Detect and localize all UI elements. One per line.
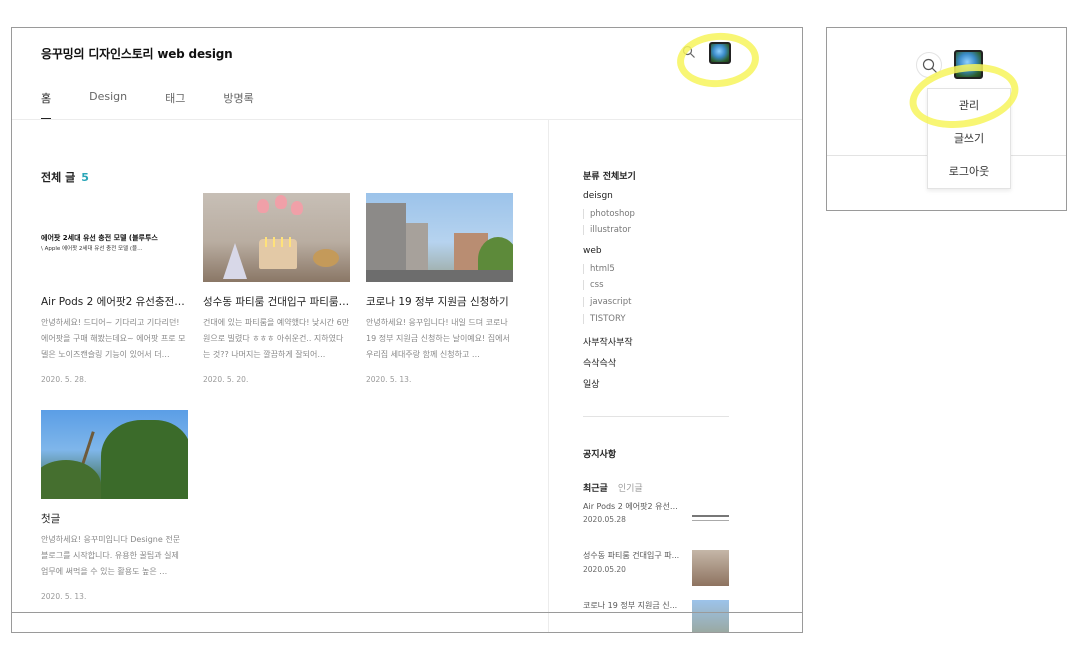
post-thumbnail[interactable]: 에어팟 2세대 유선 충전 모델 (블루투스 \ Apple 에어팟 2세대 유… — [41, 193, 188, 282]
category-item-seuksak[interactable]: 슥삭슥삭 — [583, 356, 616, 369]
post-summary: 안녕하세요! 드디어~ 기다리고 기다리던! 에어팟을 구매 해봤는데요~ 에어… — [41, 318, 186, 359]
sidebar-separator — [583, 416, 729, 417]
category-item-html5[interactable]: html5 — [583, 264, 615, 274]
post-summary: 안녕하세요! 응꾸미입니다 Designe 전문 블로그를 시작합니다. 유용한… — [41, 535, 181, 576]
recent-post-title[interactable]: 코로나 19 정부 지원금 신... — [583, 600, 683, 611]
category-item-daily[interactable]: 일상 — [583, 377, 600, 390]
nav-home[interactable]: 홈 — [41, 90, 52, 120]
recent-post-title[interactable]: 성수동 파티룸 건대입구 파... — [583, 550, 683, 561]
post-title[interactable]: Air Pods 2 에어팟2 유선충전모... — [41, 294, 188, 309]
post-count-heading: 전체 글 5 — [41, 169, 89, 185]
post-count: 5 — [81, 171, 89, 184]
menu-item-manage[interactable]: 관리 — [928, 89, 1010, 122]
profile-dropdown-menu: 관리 글쓰기 로그아웃 — [927, 88, 1011, 189]
category-item-javascript[interactable]: javascript — [583, 297, 632, 307]
category-item-css[interactable]: css — [583, 280, 604, 290]
search-icon — [922, 58, 937, 73]
menu-item-logout[interactable]: 로그아웃 — [928, 155, 1010, 188]
notice-header[interactable]: 공지사항 — [583, 447, 616, 460]
tab-popular[interactable]: 인기글 — [618, 484, 643, 494]
post-tabs: 최근글 인기글 — [583, 481, 643, 494]
recent-post-title[interactable]: Air Pods 2 에어팟2 유선충... — [583, 501, 683, 512]
nav-guestbook[interactable]: 방명록 — [223, 90, 253, 120]
blog-frame: 응꾸밍의 디자인스토리 web design 홈 Design 태그 방명록 전… — [11, 27, 803, 633]
recent-post-thumbnail[interactable] — [692, 600, 729, 632]
frame-bottom-divider — [12, 612, 802, 613]
post-card[interactable]: 에어팟 2세대 유선 충전 모델 (블루투스 \ Apple 에어팟 2세대 유… — [41, 193, 188, 384]
recent-post-date: 2020.05.20 — [583, 565, 626, 574]
category-item-web[interactable]: web — [583, 246, 602, 256]
post-summary: 건대에 있는 파티룸을 예약했다! 낮시간 6만원으로 빌렸다 ㅎㅎㅎ 아쉬운건… — [203, 318, 350, 359]
sidebar-divider — [548, 120, 549, 632]
blog-title[interactable]: 응꾸밍의 디자인스토리 web design — [41, 45, 233, 62]
post-card[interactable]: 코로나 19 정부 지원금 신청하기 안녕하세요! 응꾸입니다! 내일 드뎌 코… — [366, 193, 513, 384]
post-title[interactable]: 성수동 파티룸 건대입구 파티룸 ... — [203, 294, 350, 309]
profile-avatar[interactable] — [954, 50, 983, 79]
search-icon[interactable] — [682, 45, 696, 59]
post-title[interactable]: 첫글 — [41, 511, 188, 526]
tab-recent[interactable]: 최근글 — [583, 484, 608, 494]
recent-post-thumbnail[interactable] — [692, 550, 729, 586]
nav-design[interactable]: Design — [89, 90, 127, 120]
category-item-illustrator[interactable]: illustrator — [583, 225, 631, 235]
post-card[interactable]: 첫글 안녕하세요! 응꾸미입니다 Designe 전문 블로그를 시작합니다. … — [41, 410, 188, 601]
post-date: 2020. 5. 13. — [41, 592, 87, 601]
post-summary: 안녕하세요! 응꾸입니다! 내일 드뎌 코로나19 정부 지원금 신청하는 날이… — [366, 318, 510, 359]
post-count-label: 전체 글 — [41, 171, 76, 184]
profile-avatar[interactable] — [709, 42, 731, 64]
post-date: 2020. 5. 13. — [366, 375, 412, 384]
post-thumbnail[interactable] — [41, 410, 188, 499]
category-item-deisgn[interactable]: deisgn — [583, 191, 613, 201]
recent-post-date: 2020.05.28 — [583, 515, 626, 524]
post-card[interactable]: 성수동 파티룸 건대입구 파티룸 ... 건대에 있는 파티룸을 예약했다! 낮… — [203, 193, 350, 384]
post-title[interactable]: 코로나 19 정부 지원금 신청하기 — [366, 294, 513, 309]
recent-post-thumbnail[interactable] — [692, 501, 729, 537]
nav-tag[interactable]: 태그 — [165, 90, 185, 120]
search-button[interactable] — [916, 52, 942, 78]
category-header[interactable]: 분류 전체보기 — [583, 169, 636, 182]
post-thumbnail[interactable] — [366, 193, 513, 282]
main-nav: 홈 Design 태그 방명록 — [41, 90, 254, 120]
category-item-photoshop[interactable]: photoshop — [583, 209, 635, 219]
nav-divider — [12, 119, 802, 120]
category-item-tistory[interactable]: TISTORY — [583, 314, 626, 324]
category-item-sabujak[interactable]: 사부작사부작 — [583, 335, 633, 348]
post-thumbnail[interactable] — [203, 193, 350, 282]
post-date: 2020. 5. 20. — [203, 375, 249, 384]
menu-item-write[interactable]: 글쓰기 — [928, 122, 1010, 155]
dropdown-zoom-panel: 관리 글쓰기 로그아웃 — [826, 27, 1067, 211]
thumbnail-text: 에어팟 2세대 유선 충전 모델 (블루투스 — [41, 234, 158, 242]
thumbnail-text: \ Apple 에어팟 2세대 유선 충전 모델 (블… — [41, 246, 143, 252]
post-date: 2020. 5. 28. — [41, 375, 87, 384]
